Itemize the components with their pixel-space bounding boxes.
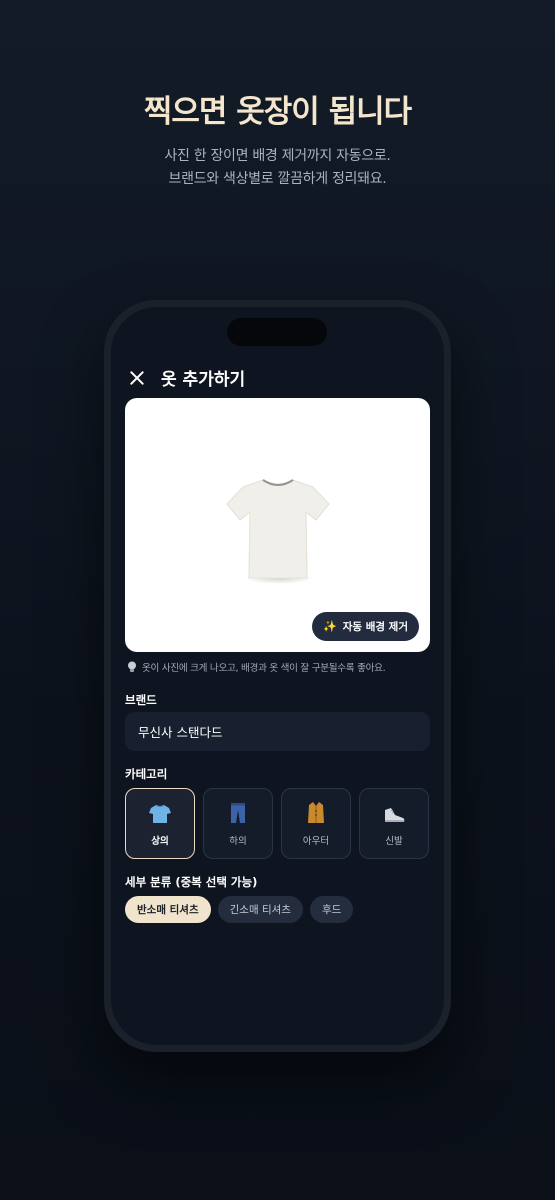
coat-icon <box>307 800 325 824</box>
jeans-icon <box>230 800 246 824</box>
phone-frame: 옷 추가하기 ✨ 자동 배경 제거 옷이 사진에 크게 나오고, 배경과 옷 색… <box>104 300 451 1052</box>
category-label-shoes: 신발 <box>385 836 403 847</box>
top-bar: 옷 추가하기 <box>129 365 245 390</box>
lightbulb-icon <box>128 661 136 672</box>
tshirt-image <box>226 479 330 584</box>
brand-label: 브랜드 <box>125 693 157 707</box>
detail-chips: 반소매 티셔츠 긴소매 티셔츠 후드 <box>125 896 360 923</box>
category-outer[interactable]: 아우터 <box>281 788 351 859</box>
category-top[interactable]: 상의 <box>125 788 195 859</box>
chip-long-sleeve-tee[interactable]: 긴소매 티셔츠 <box>217 896 303 923</box>
category-label-outer: 아우터 <box>302 836 330 847</box>
promo-subline-1: 사진 한 장이면 배경 제거까지 자동으로. <box>164 148 391 164</box>
category-shoes[interactable]: 신발 <box>359 788 429 859</box>
auto-remove-label: 자동 배경 제거 <box>342 621 408 633</box>
category-grid: 상의 하의 아우터 신발 <box>125 788 429 859</box>
screen-title: 옷 추가하기 <box>161 370 246 390</box>
clothing-photo[interactable]: ✨ 자동 배경 제거 <box>125 398 430 652</box>
category-label-top: 상의 <box>151 836 169 847</box>
chip-short-sleeve-tee[interactable]: 반소매 티셔츠 <box>125 896 211 923</box>
photo-tip: 옷이 사진에 크게 나오고, 배경과 옷 색이 잘 구분될수록 좋아요. <box>127 660 386 674</box>
chip-hoodie[interactable]: 후드 <box>309 896 354 923</box>
shirt-icon <box>149 800 171 824</box>
category-label: 카테고리 <box>125 767 168 781</box>
promo-headline: 찍으면 옷장이 됩니다 <box>143 94 412 130</box>
auto-remove-background-button[interactable]: ✨ 자동 배경 제거 <box>312 612 419 641</box>
phone-screen: 옷 추가하기 ✨ 자동 배경 제거 옷이 사진에 크게 나오고, 배경과 옷 색… <box>111 307 444 1045</box>
tip-text: 옷이 사진에 크게 나오고, 배경과 옷 색이 잘 구분될수록 좋아요. <box>142 663 386 674</box>
brand-input-value: 무신사 스탠다드 <box>138 725 223 740</box>
category-bottom[interactable]: 하의 <box>203 788 273 859</box>
sparkle-icon: ✨ <box>323 620 337 633</box>
close-icon[interactable] <box>129 370 145 386</box>
promo-subline-2: 브랜드와 색상별로 깔끔하게 정리돼요. <box>168 171 387 187</box>
dynamic-island <box>227 318 327 346</box>
detail-label: 세부 분류 (중복 선택 가능) <box>125 875 258 889</box>
category-label-bottom: 하의 <box>229 836 247 847</box>
sneaker-icon <box>383 800 405 824</box>
brand-input[interactable]: 무신사 스탠다드 <box>125 712 430 751</box>
